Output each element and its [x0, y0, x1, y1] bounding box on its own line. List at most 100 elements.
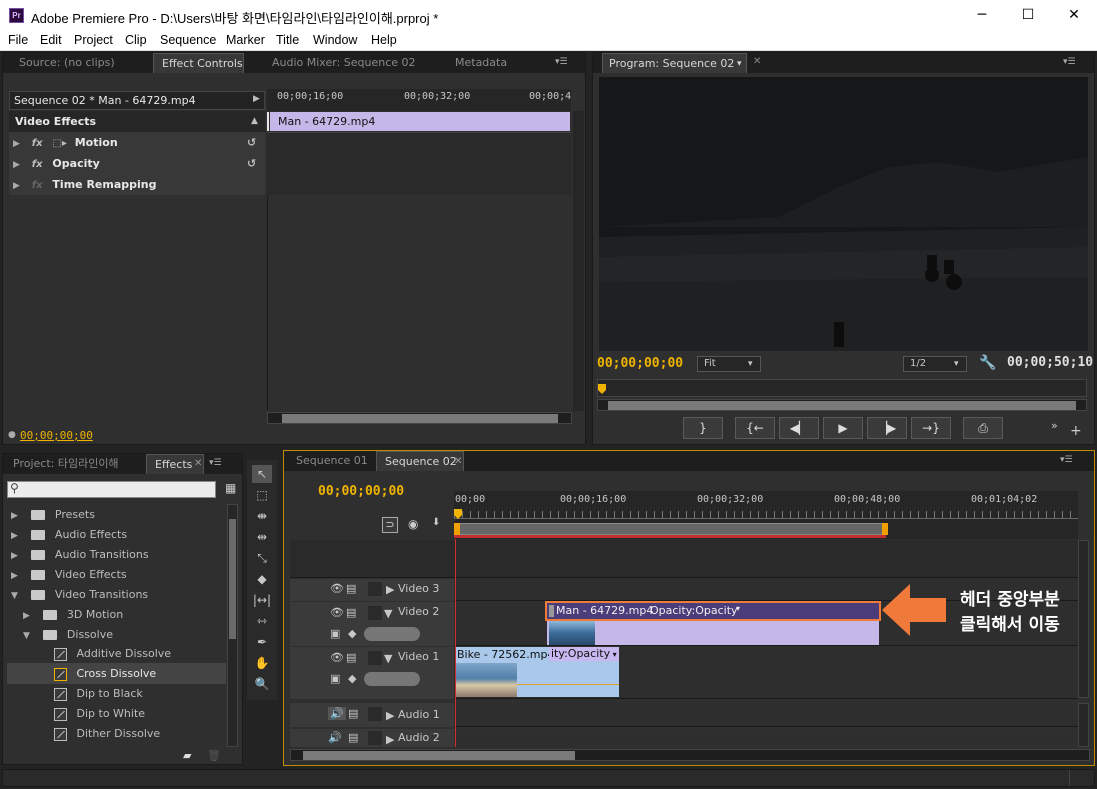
track-header-video2[interactable]: 👁 ▤ ▼ Video 2 ▣ ◆ — [290, 602, 454, 646]
expand-triangle-icon[interactable]: ▶ — [11, 531, 18, 541]
dropdown-chevron-icon[interactable]: ▾ — [610, 650, 617, 659]
playhead-marker-icon[interactable] — [598, 384, 606, 394]
dropdown-chevron-icon[interactable]: ▾ — [737, 54, 742, 74]
program-zoom-scrollbar[interactable] — [597, 399, 1087, 411]
reset-icon[interactable]: ↺ — [247, 153, 256, 174]
program-time-ruler[interactable] — [597, 379, 1087, 397]
clip-fx-bike[interactable]: ity:Opacity ▾ — [549, 647, 619, 661]
play-only-clip-icon[interactable]: ▶ — [253, 94, 260, 104]
track-header-audio1[interactable]: 🔊 ▤ ▶ Audio 1 — [290, 703, 454, 727]
track-header-video1[interactable]: 👁 ▤ ▼ Video 1 ▣ ◆ — [290, 647, 454, 699]
tree-item-3d-motion[interactable]: ▶ 3D Motion — [7, 604, 226, 625]
tree-item-video-effects[interactable]: ▶ Video Effects — [7, 564, 226, 585]
video-tracks-scrollbar[interactable] — [1078, 540, 1089, 698]
sync-lock-icon[interactable] — [368, 707, 382, 721]
expand-triangle-icon[interactable]: ▶ — [386, 733, 394, 746]
tab-sequence-02[interactable]: Sequence 02 ✕ — [376, 451, 464, 471]
ripple-edit-tool-icon[interactable]: ⇼ — [252, 507, 272, 525]
tree-item-audio-transitions[interactable]: ▶ Audio Transitions — [7, 544, 226, 565]
tree-item-dip-to-white[interactable]: Dip to White — [7, 703, 226, 724]
rate-stretch-tool-icon[interactable]: ⤡ — [252, 549, 272, 567]
menu-title[interactable]: Title — [276, 33, 299, 47]
panel-menu-icon[interactable]: ▾☰ — [555, 57, 568, 67]
lock-icon[interactable]: ▤ — [346, 651, 356, 664]
wrench-icon[interactable]: 🔧 — [979, 355, 996, 371]
timeline-scroll-thumb[interactable] — [303, 751, 575, 760]
keyframe-icon[interactable]: ◆ — [348, 672, 356, 685]
sync-lock-icon[interactable] — [368, 731, 382, 745]
collapse-triangle-icon[interactable]: ▼ — [384, 607, 392, 620]
menu-clip[interactable]: Clip — [125, 33, 147, 47]
track-select-tool-icon[interactable]: ⬚ — [252, 486, 272, 504]
zoom-select[interactable]: Fit ▾ — [697, 356, 761, 372]
add-marker-icon[interactable]: ⬇ — [432, 517, 440, 528]
close-tab-icon[interactable]: ✕ — [753, 56, 761, 67]
slip-tool-icon[interactable]: |↔| — [252, 591, 272, 609]
tab-metadata[interactable]: Metadata — [455, 53, 507, 73]
expand-triangle-icon[interactable]: ▶ — [23, 611, 30, 621]
playhead-line[interactable] — [455, 539, 456, 747]
clip-body-man[interactable] — [547, 621, 879, 645]
lock-icon[interactable]: ▤ — [346, 606, 356, 619]
motion-transform-icon[interactable]: ⬚▸ — [52, 138, 66, 149]
fx-icon[interactable]: fx — [32, 159, 43, 170]
effect-row-opacity[interactable]: ▶ fx Opacity ↺ — [9, 153, 265, 174]
effects-search-input[interactable]: ⚲ — [7, 481, 216, 498]
minimize-button[interactable]: ─ — [959, 0, 1005, 31]
panel-menu-icon[interactable]: ▾☰ — [1063, 57, 1076, 67]
effects-scroll-thumb[interactable] — [229, 519, 236, 639]
expand-triangle-icon[interactable]: ▶ — [13, 139, 20, 149]
ec-horizontal-scrollbar[interactable] — [267, 412, 572, 424]
menu-file[interactable]: File — [8, 33, 28, 47]
lock-icon[interactable]: ▤ — [346, 582, 356, 595]
keyframe-icon[interactable]: ◆ — [348, 627, 356, 640]
snap-icon[interactable]: ⊃ — [382, 517, 398, 533]
panel-menu-icon[interactable]: ▾☰ — [1060, 455, 1073, 465]
video-effects-section[interactable]: Video Effects ▲ — [9, 111, 265, 132]
lock-icon[interactable]: ▤ — [348, 731, 358, 744]
go-to-out-button[interactable]: →} — [911, 417, 951, 439]
expand-triangle-icon[interactable]: ▶ — [11, 551, 18, 561]
collapse-triangle-icon[interactable]: ▼ — [384, 652, 392, 665]
close-button[interactable]: ✕ — [1051, 0, 1097, 31]
ec-footer-time[interactable]: 00;00;00;00 — [20, 429, 93, 442]
expand-triangle-icon[interactable]: ▶ — [11, 511, 18, 521]
clip-bike[interactable]: Bike - 72562.mp4 ity:Opacity ▾ — [455, 647, 619, 697]
tab-effect-controls[interactable]: Effect Controls — [153, 53, 244, 73]
tree-item-presets[interactable]: ▶ Presets — [7, 504, 226, 525]
display-style-icon[interactable]: ▣ — [330, 627, 340, 640]
program-current-time[interactable]: 00;00;00;00 — [597, 356, 683, 371]
eye-icon[interactable]: 👁 — [330, 582, 344, 595]
display-style-icon[interactable]: ▣ — [330, 672, 340, 685]
effects-vertical-scrollbar[interactable] — [227, 504, 238, 747]
linked-selection-icon[interactable]: ◉ — [408, 517, 418, 531]
effect-row-time-remapping[interactable]: ▶ fx Time Remapping — [9, 174, 265, 195]
timeline-current-time[interactable]: 00;00;00;00 — [318, 484, 404, 499]
video-preview[interactable] — [599, 77, 1088, 351]
rolling-edit-tool-icon[interactable]: ⇹ — [252, 528, 272, 546]
clip-in-handle[interactable] — [549, 605, 554, 617]
keyframe-navigator[interactable] — [364, 627, 420, 641]
step-forward-button[interactable]: ▕▶ — [867, 417, 907, 439]
pen-tool-icon[interactable]: ✒ — [252, 633, 272, 651]
track-header-video3[interactable]: 👁 ▤ ▶ Video 3 — [290, 579, 454, 601]
tab-program[interactable]: Program: Sequence 02 ▾ — [602, 53, 747, 73]
ec-playhead[interactable] — [267, 112, 269, 131]
expand-triangle-icon[interactable]: ▶ — [13, 160, 20, 170]
collapse-triangle-icon[interactable]: ▼ — [23, 631, 30, 641]
more-controls-icon[interactable]: » — [1051, 419, 1058, 432]
step-back-button[interactable]: ◀▏ — [779, 417, 819, 439]
tree-item-audio-effects[interactable]: ▶ Audio Effects — [7, 524, 226, 545]
work-area-end-handle[interactable] — [882, 523, 888, 535]
new-custom-bin-icon[interactable]: ▰ — [183, 749, 191, 762]
dropdown-chevron-icon[interactable]: ▾ — [736, 604, 740, 613]
speaker-icon[interactable]: 🔊 — [328, 731, 342, 744]
fx-icon[interactable]: fx — [32, 138, 43, 149]
tab-project[interactable]: Project: 타임라인이해 — [13, 454, 119, 474]
menu-window[interactable]: Window — [313, 33, 357, 47]
eye-icon[interactable]: 👁 — [330, 651, 344, 664]
hand-tool-icon[interactable]: ✋ — [252, 654, 272, 672]
ec-vertical-scrollbar[interactable] — [573, 111, 584, 411]
ec-clip-bar[interactable]: Man - 64729.mp4 — [270, 112, 570, 131]
razor-tool-icon[interactable]: ◆ — [252, 570, 272, 588]
